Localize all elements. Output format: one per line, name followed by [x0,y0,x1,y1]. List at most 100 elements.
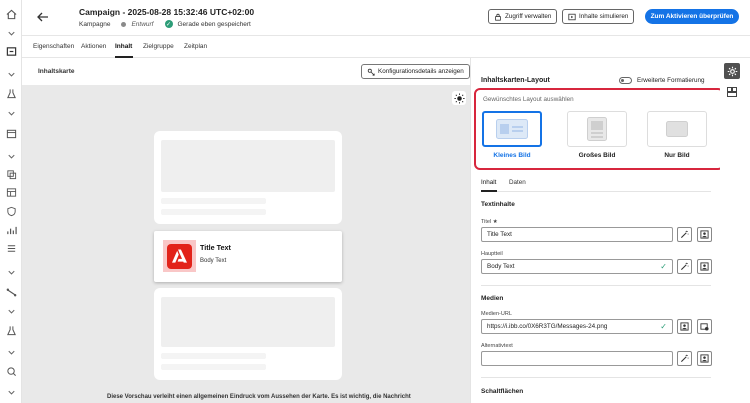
preview-note: Diese Vorschau verleiht einen allgemeine… [107,394,411,400]
manage-access-button[interactable]: Zugriff verwalten [488,9,558,24]
image-folder-icon [700,323,709,331]
chevron-down-icon[interactable] [5,305,17,317]
panel-sub-tabs: Inhalt Daten [481,176,711,192]
layout-panel-icon[interactable] [727,84,737,97]
large-image-layout-icon [587,117,607,141]
card-title: Title Text [200,243,231,252]
simulate-icon [568,13,576,20]
buttons-section-title: Schaltflächen [481,388,524,395]
body-field-label: Hauptteil [481,251,503,257]
body-input[interactable]: Body Text ✓ [481,259,673,274]
status-line: Kampagne Entwurf ✓ Gerade eben gespeiche… [79,20,251,28]
layout-selector-label: Gewünschtes Layout auswählen [483,96,574,103]
magic-wand-icon [680,262,689,271]
text-content-section-title: Textinhalte [481,201,515,208]
layout-name-large-image: Großes Bild [578,152,616,159]
chevron-down-icon[interactable] [5,150,17,162]
gear-icon[interactable] [724,63,740,79]
theme-toggle-icon[interactable] [452,91,466,105]
campaign-icon[interactable] [5,45,17,57]
simulate-content-button[interactable]: Inhalte simulieren [562,9,635,24]
media-url-label: Medien-URL [481,311,512,317]
bar-chart-icon[interactable] [5,224,17,236]
adobe-logo-icon [167,243,192,269]
tab-properties[interactable]: Eigenschaften [33,43,74,50]
skeleton-line [161,353,266,359]
left-nav-rail [0,0,22,403]
layout-option-large-image[interactable] [567,111,627,147]
asset-picker-button[interactable] [697,319,712,334]
chevron-down-icon[interactable] [5,107,17,119]
lock-icon [495,13,501,21]
media-url-input[interactable]: https://i.ibb.co/0X6R3TG/Messages-24.png… [481,319,673,334]
review-activate-button[interactable]: Zum Aktivieren überprüfen [645,9,739,24]
section-divider [481,285,711,286]
magic-wand-icon [680,354,689,363]
personalize-button[interactable] [677,319,692,334]
right-toolbar [720,58,750,403]
app-root: Campaign - 2025-08-28 15:32:46 UTC+02:00… [0,0,750,403]
tab-schedule[interactable]: Zeitplan [184,43,207,50]
tab-content[interactable]: Inhalt [115,43,132,50]
list-icon[interactable] [5,242,17,254]
ai-assist-button[interactable] [677,351,692,366]
show-config-details-button[interactable]: Konfigurationsdetails anzeigen [361,64,470,79]
advanced-formatting-label: Erweiterte Formatierung [637,77,705,84]
personalize-icon [700,230,709,239]
alt-text-label: Alternativtext [481,343,513,349]
subtab-content[interactable]: Inhalt [481,179,496,186]
layout-name-small-image: Kleines Bild [493,152,531,159]
personalize-button[interactable] [697,351,712,366]
chevron-down-icon[interactable] [5,68,17,80]
content-card-preview: Title Text Body Text [154,231,342,282]
personalize-icon [700,262,709,271]
preview-label: Inhaltskarte [38,68,75,75]
advanced-formatting-toggle[interactable] [619,77,632,84]
preview-header: Inhaltskarte Konfigurationsdetails anzei… [22,58,470,85]
page-header: Campaign - 2025-08-28 15:32:46 UTC+02:00… [22,0,750,36]
required-mark: ★ [492,219,498,225]
title-input[interactable]: Title Text [481,227,673,242]
back-arrow-icon[interactable] [36,10,50,24]
page-title: Campaign - 2025-08-28 15:32:46 UTC+02:00 [79,7,255,17]
card-thumbnail [163,240,196,272]
status-dot-icon [121,21,127,27]
alt-text-input[interactable] [481,351,673,366]
subtab-data[interactable]: Daten [509,179,526,186]
chevron-down-icon[interactable] [5,266,17,278]
placeholder-card-bottom [154,288,342,380]
tab-audience[interactable]: Zielgruppe [143,43,174,50]
ai-assist-button[interactable] [677,259,692,274]
shield-icon[interactable] [5,205,17,217]
skeleton-image [161,140,335,192]
layout-option-image-only[interactable] [647,111,707,147]
title-field-label: Titel ★ [481,219,498,225]
chevron-down-icon[interactable] [5,386,17,398]
chevron-down-icon[interactable] [5,27,17,39]
small-image-layout-icon [496,119,528,139]
personalize-button[interactable] [697,227,712,242]
template-icon[interactable] [5,186,17,198]
skeleton-image [161,297,335,347]
valid-check-icon: ✓ [660,322,667,331]
placeholder-card-top [154,131,342,224]
magic-wand-icon [680,230,689,239]
main-tabs: Eigenschaften Aktionen Inhalt Zielgruppe… [22,36,750,58]
ai-assist-button[interactable] [677,227,692,242]
copy-icon[interactable] [5,168,17,180]
flask-icon[interactable] [5,324,17,336]
chevron-down-icon[interactable] [5,346,17,358]
panel-title: Inhaltskarten-Layout [481,77,550,84]
personalize-button[interactable] [697,259,712,274]
calendar-icon[interactable] [5,127,17,139]
layout-option-small-image[interactable] [482,111,542,147]
journey-icon[interactable] [5,286,17,298]
flask-icon[interactable] [5,87,17,99]
tab-actions[interactable]: Aktionen [81,43,106,50]
personalize-icon [680,322,689,331]
valid-check-icon: ✓ [660,262,667,271]
search-history-icon[interactable] [5,365,17,377]
home-icon[interactable] [5,8,17,20]
skeleton-line [161,209,266,215]
personalize-icon [700,354,709,363]
